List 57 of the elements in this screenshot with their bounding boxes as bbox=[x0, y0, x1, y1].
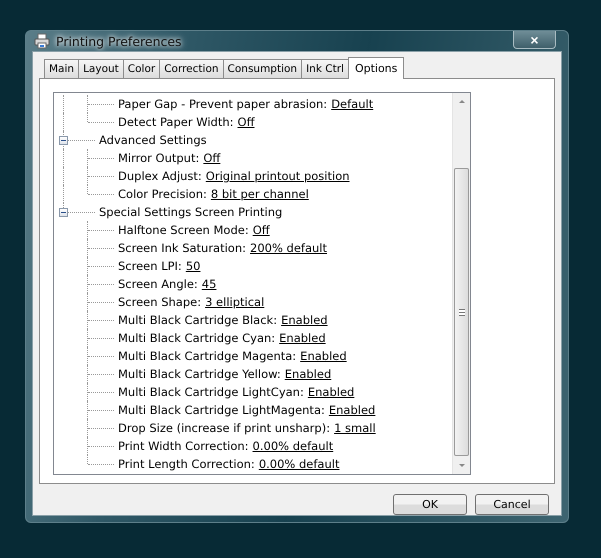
setting-value[interactable]: 0.00% default bbox=[252, 439, 334, 453]
setting-label: Multi Black Cartridge Yellow: bbox=[118, 367, 282, 381]
tab[interactable]: Ink Ctrl bbox=[301, 59, 349, 78]
setting-label: Detect Paper Width: bbox=[118, 115, 235, 129]
setting-label: Paper Gap - Prevent paper abrasion: bbox=[118, 97, 328, 111]
setting-value[interactable]: Off bbox=[252, 223, 270, 237]
setting-value[interactable]: 45 bbox=[202, 277, 216, 291]
setting-value[interactable]: 200% default bbox=[250, 241, 328, 255]
setting-value[interactable]: Off bbox=[203, 151, 220, 165]
setting-label: Mirror Output: bbox=[118, 151, 200, 165]
setting-label: Halftone Screen Mode: bbox=[118, 223, 250, 237]
setting-value[interactable]: Enabled bbox=[284, 367, 332, 381]
setting-value[interactable]: 8 bit per channel bbox=[210, 187, 309, 201]
setting-value[interactable]: Enabled bbox=[279, 331, 326, 345]
setting-label: Multi Black Cartridge LightMagenta: bbox=[118, 403, 326, 417]
scroll-thumb[interactable] bbox=[454, 168, 469, 456]
tab[interactable]: Layout bbox=[78, 59, 124, 78]
setting-value[interactable]: Default bbox=[331, 97, 374, 111]
setting-value[interactable]: Enabled bbox=[308, 385, 354, 399]
setting-value[interactable]: Enabled bbox=[281, 313, 328, 327]
setting-value[interactable]: 1 small bbox=[334, 421, 376, 435]
setting-label: Multi Black Cartridge Black: bbox=[118, 313, 278, 327]
setting-label: Print Width Correction: bbox=[118, 439, 250, 453]
group-label[interactable]: Advanced Settings bbox=[99, 133, 211, 147]
setting-label: Screen LPI: bbox=[118, 259, 183, 273]
group-label[interactable]: Special Settings Screen Printing bbox=[99, 205, 286, 219]
setting-label: Screen Ink Saturation: bbox=[118, 241, 248, 255]
setting-label: Screen Angle: bbox=[118, 277, 199, 291]
window-title: Printing Preferences bbox=[56, 34, 182, 48]
scrollbar[interactable] bbox=[452, 93, 470, 474]
tab[interactable]: Correction bbox=[159, 59, 224, 78]
printer-icon bbox=[34, 33, 50, 49]
setting-label: Multi Black Cartridge Cyan: bbox=[118, 331, 276, 345]
close-button[interactable]: × bbox=[513, 31, 556, 49]
tab[interactable]: Main bbox=[44, 59, 80, 78]
collapse-icon[interactable] bbox=[59, 208, 68, 217]
setting-label: Print Length Correction: bbox=[118, 457, 256, 471]
setting-value[interactable]: Original printout position bbox=[206, 169, 350, 183]
setting-value[interactable]: Enabled bbox=[300, 349, 347, 363]
setting-label: Multi Black Cartridge Magenta: bbox=[118, 349, 298, 363]
setting-label: Color Precision: bbox=[118, 187, 208, 201]
setting-label: Drop Size (increase if print unsharp): bbox=[118, 421, 332, 435]
tab[interactable]: Options bbox=[348, 57, 404, 79]
setting-label: Screen Shape: bbox=[118, 295, 202, 309]
setting-label: Multi Black Cartridge LightCyan: bbox=[118, 385, 305, 399]
setting-value[interactable]: 3 elliptical bbox=[205, 295, 264, 309]
dialog-button[interactable]: OK bbox=[393, 494, 467, 515]
setting-value[interactable]: Enabled bbox=[328, 403, 376, 417]
collapse-icon[interactable] bbox=[59, 136, 68, 145]
setting-label: Duplex Adjust: bbox=[118, 169, 203, 183]
setting-value[interactable]: Off bbox=[238, 115, 254, 129]
tab[interactable]: Color bbox=[122, 59, 160, 78]
tab[interactable]: Consumption bbox=[222, 59, 302, 78]
grip-icon bbox=[458, 308, 464, 316]
setting-value[interactable]: 50 bbox=[186, 259, 200, 273]
setting-value[interactable]: 0.00% default bbox=[258, 457, 340, 471]
dialog-button[interactable]: Cancel bbox=[475, 494, 549, 515]
